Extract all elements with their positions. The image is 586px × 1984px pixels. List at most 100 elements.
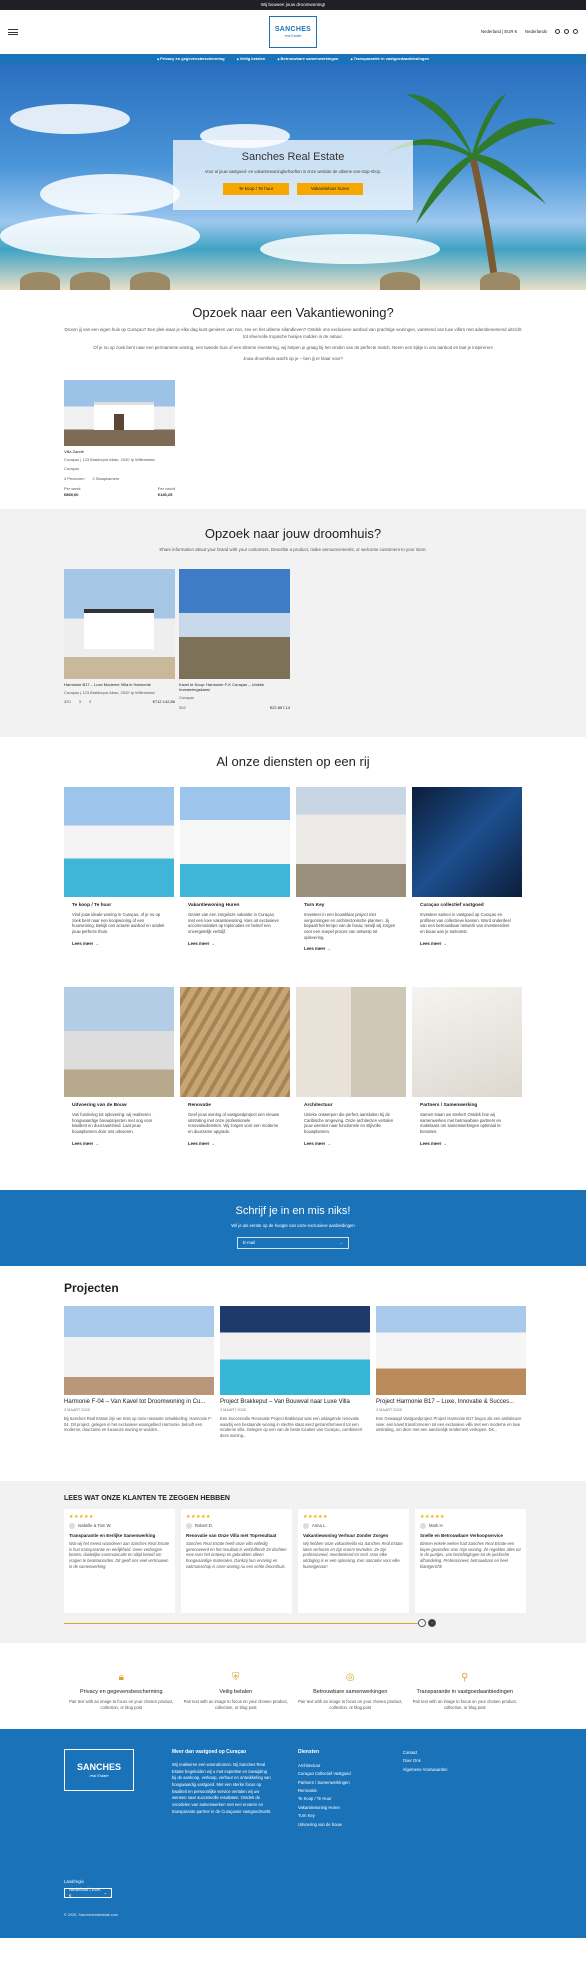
read-more-link[interactable]: Lees meer → [304, 946, 398, 952]
review-title: Renovatie van Onze Villa met Topresultaa… [186, 1532, 277, 1538]
email-input[interactable]: E-mail → [237, 1236, 349, 1249]
chevron-right-icon[interactable]: › [428, 1618, 436, 1627]
newsletter-sub: Wil je als eerste op de hoogte van onze … [231, 1222, 355, 1228]
footer-link[interactable]: Partners / Samenwerkingen [298, 1779, 351, 1787]
service-image[interactable] [296, 786, 406, 897]
account-icon[interactable] [564, 29, 569, 35]
footer-link[interactable]: Over Ons [403, 1757, 448, 1765]
arrow-right-icon[interactable]: → [339, 1240, 343, 1246]
announcement-text: Wij bouwen jouw droomwoning! [260, 1, 326, 7]
service-card[interactable]: Curaçao collectief vastgoed Investeer sam… [412, 786, 522, 983]
guests-count: 4 Personen [64, 475, 85, 481]
service-image[interactable] [296, 986, 406, 1097]
cart-icon[interactable] [573, 29, 578, 35]
week-price: €869,00 [64, 491, 79, 497]
property-name[interactable]: Kavel te Koop: Harmonie F-K Curaçao – Un… [179, 682, 290, 693]
footer-about-text: Wij realiseren een woondromen. Bij Sanch… [172, 1761, 272, 1814]
read-more-link[interactable]: Lees meer → [420, 941, 514, 947]
newsletter-title: Schrijf je in en mis niks! [235, 1205, 351, 1218]
trust-item: Betrouwbare samenwerkingen [277, 56, 338, 61]
service-title[interactable]: Turn Key [304, 903, 398, 909]
service-image[interactable] [64, 786, 174, 897]
vacation-card[interactable]: Villa Zandé Curaçao | 123 Brakkeput Abao… [64, 379, 175, 497]
property-name[interactable]: Harmonie B17 – Luxe Moderne Villa in Har… [64, 682, 175, 687]
review-text: Wij hebben onze vakantievilla via Sanche… [303, 1540, 403, 1570]
property-card[interactable]: Harmonie B17 – Luxe Moderne Villa in Har… [64, 568, 175, 711]
read-more-link[interactable]: Lees meer → [72, 941, 166, 947]
logo[interactable]: SANCHES real Estate [269, 16, 317, 48]
service-card[interactable]: Uitvoering van de Bouw Van fundering tot … [64, 986, 174, 1183]
hero-title: Sanches Real Estate [241, 151, 345, 163]
reviews-section: LEES WAT ONZE KLANTEN TE ZEGGEN HEBBEN ★… [0, 1481, 586, 1644]
service-title[interactable]: Partners / Samenwerking [420, 1103, 514, 1109]
service-card[interactable]: Turn Key Investeer in een bouwklaar proje… [296, 786, 406, 983]
menu-icon[interactable] [8, 29, 18, 35]
search-icon[interactable] [555, 29, 560, 35]
footer-link[interactable]: Architectuur [298, 1762, 351, 1770]
site-header: SANCHES real Estate Nederland | EUR € Ne… [0, 10, 586, 54]
service-title[interactable]: Curaçao collectief vastgoed [420, 903, 514, 909]
service-image[interactable] [180, 986, 290, 1097]
country-selector-block: Land/regio Nederland | EUR € ⌄ [64, 1879, 112, 1898]
site-footer: SANCHES real Estate Meer dan vastgoed op … [0, 1729, 586, 1939]
footer-link[interactable]: Uitvoering van de bouw [298, 1821, 351, 1829]
service-title[interactable]: Architectuur [304, 1103, 398, 1109]
project-title[interactable]: Project Harmonie B17 – Luxe, Innovatie &… [376, 1399, 526, 1406]
service-title[interactable]: Renovatie [188, 1103, 282, 1109]
service-card[interactable]: Partners / Samenwerking Samen staan we st… [412, 986, 522, 1183]
service-image[interactable] [412, 986, 522, 1097]
footer-link[interactable]: Algemene Voorwaarden [403, 1766, 448, 1774]
project-image[interactable] [220, 1306, 370, 1396]
villa-address: Curaçao | 123 Brakkeput Abao, 2020 Ip Wi… [64, 457, 155, 463]
copyright: © 2025, Sanchesrealestate.com [64, 1913, 119, 1918]
service-card[interactable]: Te koop / Te huur Vind jouw ideale woning… [64, 786, 174, 983]
footer-logo[interactable]: SANCHES real Estate [64, 1749, 134, 1792]
country-select[interactable]: Nederland | EUR € ⌄ [64, 1887, 112, 1898]
project-title[interactable]: Project Brakkeput – Van Bouwval naar Lux… [220, 1399, 370, 1406]
read-more-link[interactable]: Lees meer → [304, 1141, 398, 1147]
service-title[interactable]: Te koop / Te huur [72, 903, 166, 909]
property-card[interactable]: Kavel te Koop: Harmonie F-K Curaçao – Un… [179, 568, 290, 711]
chevron-left-icon[interactable]: ‹ [418, 1618, 426, 1627]
property-image[interactable] [64, 568, 175, 679]
project-excerpt: Bij Sanches Real Estate zijn we trots op… [64, 1415, 213, 1433]
service-card[interactable]: Renovatie Geef jouw woning of vastgoedpro… [180, 986, 290, 1183]
project-card[interactable]: Project Harmonie B17 – Luxe, Innovatie &… [376, 1306, 526, 1439]
footer-link[interactable]: Curaçao Collectief Vastgoed [298, 1770, 351, 1778]
project-card[interactable]: Project Brakkeput – Van Bouwval naar Lux… [220, 1306, 370, 1439]
villa-name[interactable]: Villa Zandé [64, 449, 175, 454]
read-more-link[interactable]: Lees meer → [188, 941, 282, 947]
service-card[interactable]: Architectuur Unieke ontwerpen die perfect… [296, 986, 406, 1183]
service-title[interactable]: Uitvoering van de Bouw [72, 1103, 166, 1109]
project-card[interactable]: Harmonie F-04 – Van Kavel tot Droomwonin… [64, 1306, 214, 1439]
property-image[interactable] [179, 568, 290, 679]
projects-title: Projecten [64, 1281, 119, 1296]
vacation-rent-button[interactable]: Vakantiehuis huren [297, 182, 363, 195]
footer-link[interactable]: Vakantiewoning Huren [298, 1804, 351, 1812]
villa-image[interactable] [64, 379, 175, 446]
footer-link[interactable]: Te Koop / Te Huur [298, 1795, 351, 1803]
buy-rent-button[interactable]: Te koop / Te huur [223, 182, 289, 195]
service-image[interactable] [64, 986, 174, 1097]
project-image[interactable] [64, 1306, 214, 1396]
footer-link[interactable]: Contact [403, 1749, 448, 1757]
service-title[interactable]: Vakantiewoning Huren [188, 903, 282, 909]
footer-link[interactable]: Renovatie [298, 1787, 351, 1795]
currency-selector[interactable]: Nederland | EUR € [481, 29, 517, 35]
project-title[interactable]: Harmonie F-04 – Van Kavel tot Droomwonin… [64, 1399, 214, 1406]
read-more-link[interactable]: Lees meer → [72, 1141, 166, 1147]
service-image[interactable] [180, 786, 290, 897]
service-desc: Geef jouw woning of vastgoedproject een … [188, 1112, 280, 1135]
read-more-link[interactable]: Lees meer → [420, 1141, 514, 1147]
project-image[interactable] [376, 1306, 526, 1396]
service-image[interactable] [412, 786, 522, 897]
service-card[interactable]: Vakantiewoning Huren Geniet van een zorge… [180, 786, 290, 983]
reviewer-name: Mark H. [420, 1523, 521, 1529]
feature-title: Transparantie in vastgoedaanbiedingen [416, 1688, 513, 1695]
language-selector[interactable]: Nederlands [525, 29, 547, 35]
read-more-link[interactable]: Lees meer → [188, 1141, 282, 1147]
trust-item: Transparantie in vastgoedaanbiedingen [351, 56, 429, 61]
footer-link[interactable]: Turn Key [298, 1812, 351, 1820]
service-desc: Vind jouw ideale woning in Curaçao, of j… [72, 912, 165, 935]
review-card: ★★★★★ Mark H. Snelle en Betrouwbare Verkoo… [415, 1508, 526, 1613]
